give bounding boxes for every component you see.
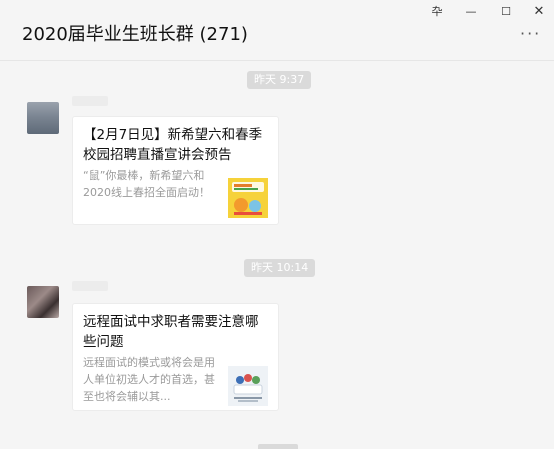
avatar[interactable] [27, 102, 59, 134]
card-description: 远程面试的模式或将会是用人单位初选人才的首选，甚至也将会辅以其... [83, 356, 215, 403]
more-options-icon[interactable]: ··· [520, 24, 541, 43]
maximize-button[interactable]: ☐ [495, 4, 517, 20]
title-bar: 2020届毕业生班长群 (271) 卆 — ☐ ✕ ··· [0, 0, 554, 61]
interview-illustration-thumbnail-icon [228, 366, 268, 406]
timestamp-partial [258, 444, 298, 449]
pin-icon[interactable]: 卆 [426, 4, 448, 20]
avatar[interactable] [27, 286, 59, 318]
close-button[interactable]: ✕ [528, 4, 550, 20]
card-description: “鼠”你最棒，新希望六和2020线上春招全面启动！ [83, 169, 210, 199]
sender-name-blurred [72, 96, 108, 106]
chat-title: 2020届毕业生班长群 (271) [22, 24, 248, 45]
yellow-poster-thumbnail-icon [228, 178, 268, 218]
link-card[interactable]: 【2月7日见】新希望六和春季校园招聘直播宣讲会预告 “鼠”你最棒，新希望六和20… [72, 116, 279, 225]
card-title: 【2月7日见】新希望六和春季校园招聘直播宣讲会预告 [83, 127, 263, 163]
timestamp: 昨天 10:14 [244, 259, 316, 277]
link-card[interactable]: 远程面试中求职者需要注意哪些问题 远程面试的模式或将会是用人单位初选人才的首选，… [72, 303, 279, 411]
card-title: 远程面试中求职者需要注意哪些问题 [83, 314, 259, 350]
chat-area: 昨天 9:37 【2月7日见】新希望六和春季校园招聘直播宣讲会预告 “鼠”你最棒… [0, 61, 554, 449]
minimize-button[interactable]: — [460, 4, 482, 20]
sender-name-blurred [72, 281, 108, 291]
timestamp: 昨天 9:37 [247, 71, 312, 89]
